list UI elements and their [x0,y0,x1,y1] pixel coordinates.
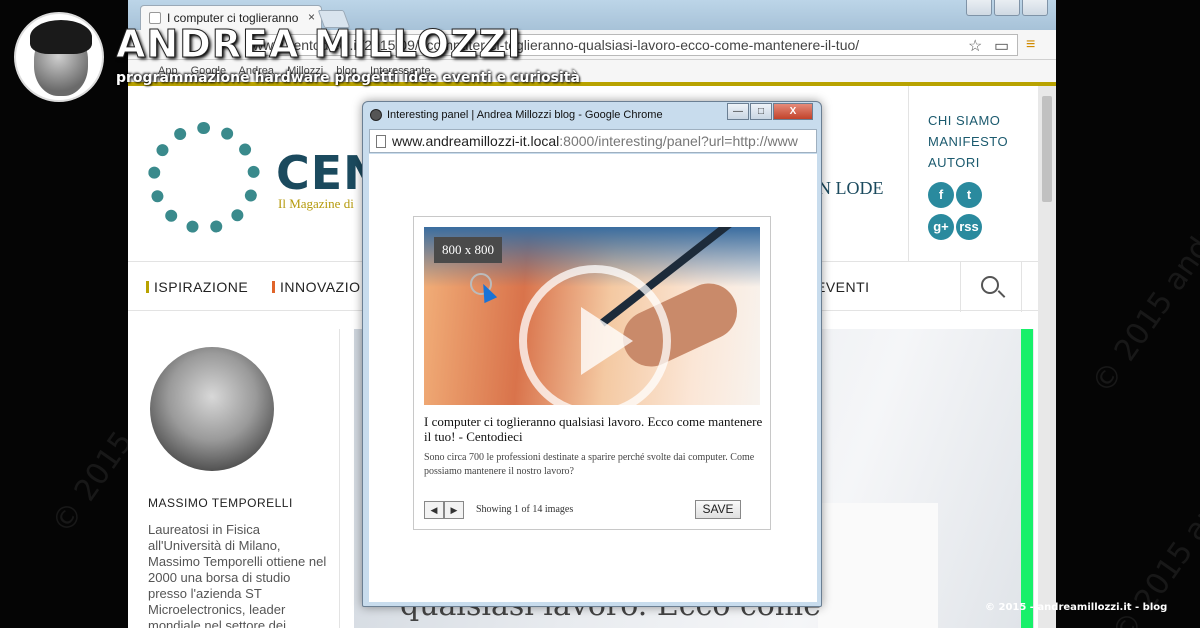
header-links: CHI SIAMO MANIFESTO AUTORI [928,110,1008,173]
author-bio: Laureatosi in Fisica all'Università di M… [148,522,327,628]
page-icon [376,135,386,148]
play-triangle [581,307,633,375]
header-tagline: N LODE [818,178,884,198]
popup-close-button[interactable]: X [773,103,813,120]
author-name[interactable]: MASSIMO TEMPORELLI [148,496,293,510]
star-icon[interactable]: ☆ [968,36,982,56]
interesting-panel-window: Interesting panel | Andrea Millozzi blog… [362,101,822,607]
twitter-icon[interactable]: t [956,182,982,208]
link-manifesto[interactable]: MANIFESTO [928,131,1008,152]
social-links: ft g+ rss [928,182,988,246]
facebook-icon[interactable]: f [928,182,954,208]
image-counter: Showing 1 of 14 images [476,504,574,515]
nav-color-mark [272,281,275,293]
link-chi-siamo[interactable]: CHI SIAMO [928,110,1008,131]
url-host: www.andreamillozzi-it.local [392,133,560,149]
popup-window-title: Interesting panel | Andrea Millozzi blog… [387,109,663,121]
search-icon [981,276,999,294]
save-button[interactable]: SAVE [695,500,741,519]
previous-image-button[interactable]: ◀ [424,501,444,519]
blog-title: ANDREA MILLOZZI [115,22,523,67]
nav-color-mark [146,281,149,293]
popup-maximize-button[interactable]: □ [750,103,772,120]
header-divider [908,86,909,261]
author-sidebar: MASSIMO TEMPORELLI Laureatosi in Fisica … [128,329,340,628]
scrollbar-thumb[interactable] [1042,96,1052,202]
site-logo-ring[interactable] [148,122,260,234]
author-photo [150,347,274,471]
popup-minimize-button[interactable]: — [727,103,749,120]
avatar-hair [30,20,92,54]
item-title: I computer ci toglieranno qualsiasi lavo… [424,414,763,444]
popup-address-bar[interactable]: www.andreamillozzi-it.local:8000/interes… [369,129,817,153]
hero-overlay [818,503,938,628]
search-button[interactable] [960,262,1022,312]
close-button[interactable] [1022,0,1048,16]
search-icon-handle [997,290,1006,298]
image-size-badge: 800 x 800 [434,237,502,263]
item-description: Sono circa 700 le professioni destinate … [424,452,755,477]
image-pager: ◀ ▶ [424,501,464,519]
rss-icon[interactable]: rss [956,214,982,240]
next-image-button[interactable]: ▶ [444,501,464,519]
google-plus-icon[interactable]: g+ [928,214,954,240]
blog-tagline: programmazione hardware progetti idee ev… [116,70,580,86]
nav-item-innovazione[interactable]: INNOVAZIO [272,279,360,295]
hero-accent-bar [1021,329,1033,628]
url-path: :8000/interesting/panel?url=http://www [559,133,798,149]
blog-avatar [14,12,104,102]
maximize-button[interactable] [994,0,1020,16]
nav-label: INNOVAZIO [280,279,361,295]
minimize-button[interactable] [966,0,992,16]
interesting-card: 800 x 800 I computer ci toglieranno qual… [413,216,771,530]
watermark-text: © 2015 andreamillozzi.it [1085,74,1200,401]
window-controls [964,0,1048,16]
page-scrollbar[interactable] [1038,86,1056,628]
nav-label: ISPIRAZIONE [154,279,249,295]
nav-item-ispirazione[interactable]: ISPIRAZIONE [146,279,248,295]
menu-icon[interactable]: ≡ [1026,36,1035,54]
cast-icon[interactable]: ▭ [994,36,1009,56]
nav-label: EVENTI [816,279,870,295]
window-favicon [370,109,382,121]
play-icon[interactable] [519,265,671,405]
site-logo-subtitle: Il Magazine di [278,196,354,211]
popup-window-controls: — □ X [726,103,813,120]
copyright-notice: © 2015 - andreamillozzi.it - blog [985,602,1168,613]
link-autori[interactable]: AUTORI [928,152,1008,173]
screenshot-stage: © 2015 andreamillozzi.it © 2015 andreami… [0,0,1200,628]
popup-content: 800 x 800 I computer ci toglieranno qual… [369,154,817,602]
preview-image[interactable]: 800 x 800 [424,227,760,405]
